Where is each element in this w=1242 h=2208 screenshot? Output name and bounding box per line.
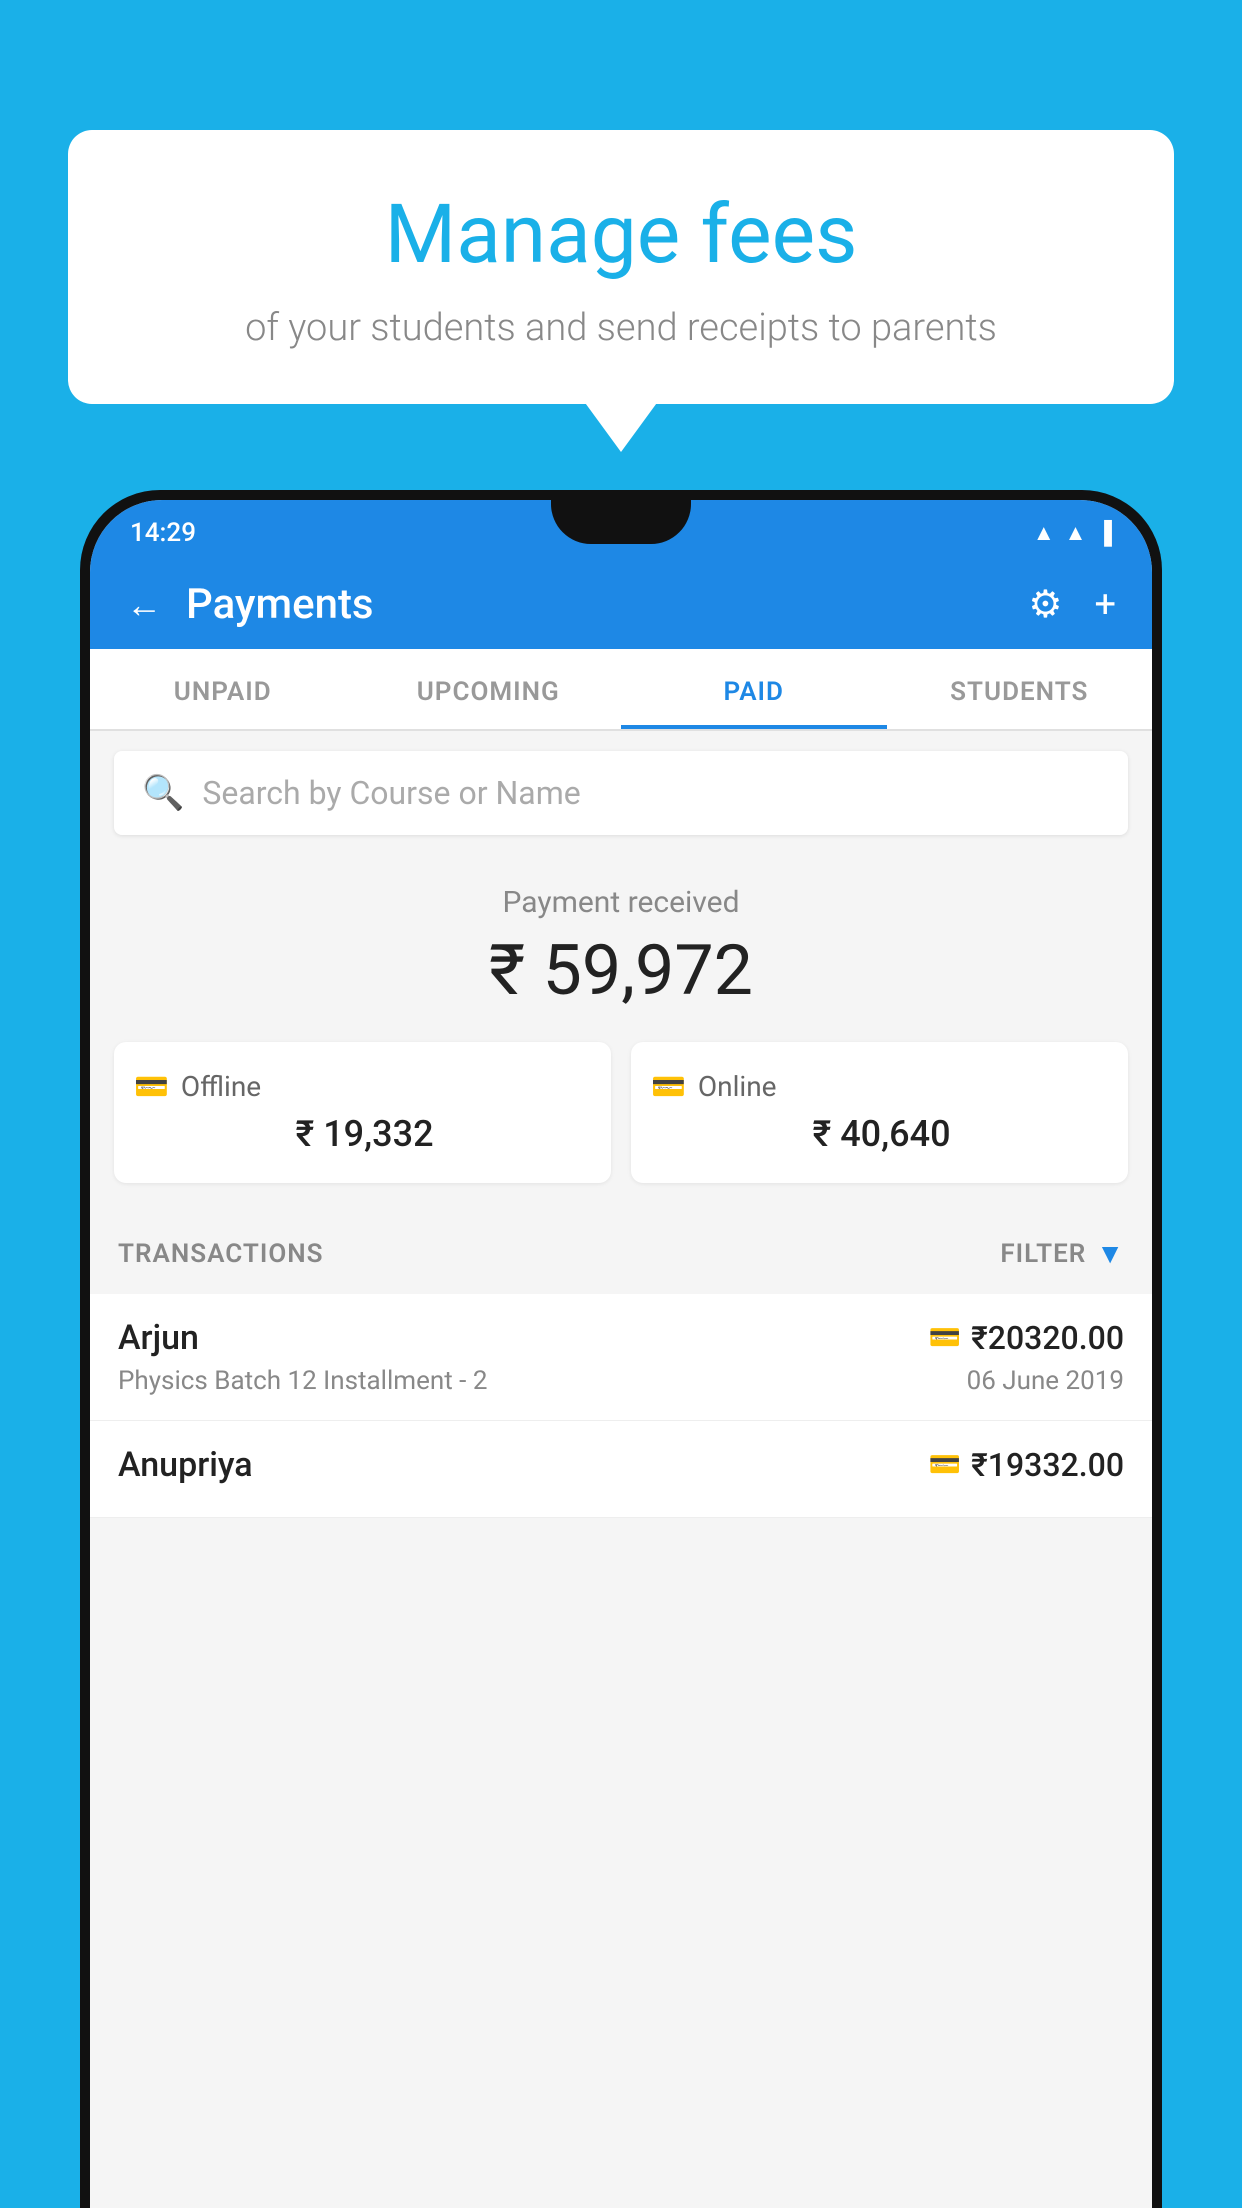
transaction-amount-container-2: 💳 ₹19332.00 xyxy=(929,1446,1124,1484)
transactions-label: TRANSACTIONS xyxy=(118,1239,324,1269)
table-row[interactable]: Arjun 💳 ₹20320.00 Physics Batch 12 Insta… xyxy=(90,1294,1152,1421)
transactions-header: TRANSACTIONS FILTER ▼ xyxy=(90,1213,1152,1294)
online-card-header: 💳 Online xyxy=(651,1070,1108,1103)
transaction-date: 06 June 2019 xyxy=(967,1366,1124,1396)
battery-icon: ▐ xyxy=(1096,520,1112,546)
app-bar-title: Payments xyxy=(186,580,374,629)
app-bar-left: ← Payments xyxy=(126,580,374,629)
settings-icon[interactable]: ⚙ xyxy=(1028,582,1062,627)
online-amount: ₹ 40,640 xyxy=(651,1113,1108,1155)
search-placeholder: Search by Course or Name xyxy=(202,774,580,812)
transaction-description: Physics Batch 12 Installment - 2 xyxy=(118,1366,487,1396)
offline-amount: ₹ 19,332 xyxy=(134,1113,591,1155)
bubble-subtitle: of your students and send receipts to pa… xyxy=(108,304,1134,353)
search-icon: 🔍 xyxy=(142,773,184,813)
filter-container[interactable]: FILTER ▼ xyxy=(1000,1237,1124,1270)
phone-notch xyxy=(551,500,691,544)
speech-bubble: Manage fees of your students and send re… xyxy=(68,130,1174,404)
status-icons: ▲ ▲ ▐ xyxy=(1033,520,1112,546)
transaction-row-bottom: Physics Batch 12 Installment - 2 06 June… xyxy=(118,1366,1124,1396)
online-payment-card: 💳 Online ₹ 40,640 xyxy=(631,1042,1128,1183)
signal-icon: ▲ xyxy=(1065,520,1087,546)
offline-label: Offline xyxy=(181,1070,261,1103)
tab-upcoming[interactable]: UPCOMING xyxy=(356,649,622,729)
back-button[interactable]: ← xyxy=(126,584,162,626)
transaction-amount: ₹20320.00 xyxy=(971,1319,1124,1357)
transaction-name: Arjun xyxy=(118,1318,199,1358)
status-time: 14:29 xyxy=(130,518,196,548)
offline-payment-card: 💳 Offline ₹ 19,332 xyxy=(114,1042,611,1183)
transaction-amount-container: 💳 ₹20320.00 xyxy=(929,1319,1124,1357)
speech-bubble-container: Manage fees of your students and send re… xyxy=(68,130,1174,404)
add-icon[interactable]: + xyxy=(1094,583,1116,627)
search-bar[interactable]: 🔍 Search by Course or Name xyxy=(114,751,1128,835)
online-label: Online xyxy=(698,1070,777,1103)
status-bar: 14:29 ▲ ▲ ▐ xyxy=(90,500,1152,560)
phone-inner: 14:29 ▲ ▲ ▐ ← Payments ⚙ + xyxy=(90,500,1152,2208)
transaction-row-top-2: Anupriya 💳 ₹19332.00 xyxy=(118,1445,1124,1485)
payment-cards: 💳 Offline ₹ 19,332 💳 Online ₹ 40,640 xyxy=(90,1042,1152,1183)
table-row[interactable]: Anupriya 💳 ₹19332.00 xyxy=(90,1421,1152,1518)
offline-payment-icon: 💳 xyxy=(929,1450,961,1480)
card-payment-icon: 💳 xyxy=(929,1323,961,1353)
wifi-icon: ▲ xyxy=(1033,520,1055,546)
transaction-row-top: Arjun 💳 ₹20320.00 xyxy=(118,1318,1124,1358)
tabs-container: UNPAID UPCOMING PAID STUDENTS xyxy=(90,649,1152,731)
search-container: 🔍 Search by Course or Name xyxy=(90,731,1152,855)
bubble-title: Manage fees xyxy=(108,190,1134,280)
filter-icon: ▼ xyxy=(1096,1237,1124,1270)
transaction-name-2: Anupriya xyxy=(118,1445,253,1485)
filter-label: FILTER xyxy=(1000,1239,1086,1269)
payment-summary: Payment received ₹ 59,972 💳 Offline ₹ 19… xyxy=(90,855,1152,1213)
screen-content: 14:29 ▲ ▲ ▐ ← Payments ⚙ + xyxy=(90,500,1152,2208)
online-icon: 💳 xyxy=(651,1070,686,1103)
offline-card-header: 💳 Offline xyxy=(134,1070,591,1103)
tab-students[interactable]: STUDENTS xyxy=(887,649,1153,729)
tab-unpaid[interactable]: UNPAID xyxy=(90,649,356,729)
app-bar-right: ⚙ + xyxy=(1028,582,1116,627)
tab-paid[interactable]: PAID xyxy=(621,649,887,729)
offline-icon: 💳 xyxy=(134,1070,169,1103)
transaction-amount-2: ₹19332.00 xyxy=(971,1446,1124,1484)
phone-frame: 14:29 ▲ ▲ ▐ ← Payments ⚙ + xyxy=(80,490,1162,2208)
payment-received-label: Payment received xyxy=(90,885,1152,920)
app-bar: ← Payments ⚙ + xyxy=(90,560,1152,649)
payment-total-amount: ₹ 59,972 xyxy=(90,930,1152,1012)
